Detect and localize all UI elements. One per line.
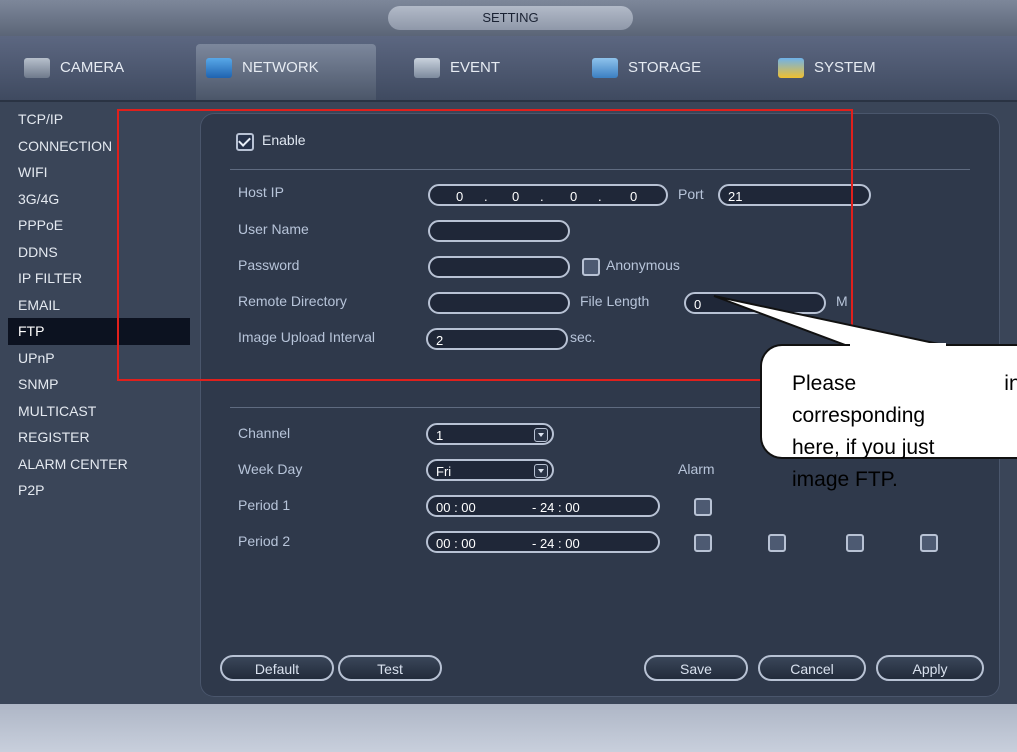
callout-line-1a: Please <box>792 372 857 395</box>
annotation-callout: Please inpu corresponding here, if you j… <box>760 344 1017 491</box>
callout-join <box>850 343 946 347</box>
callout-pointer-shape <box>713 295 949 347</box>
callout-line-1b: inpu <box>1004 372 1017 395</box>
callout-line-3: here, if you just <box>792 436 935 459</box>
callout-line-2: corresponding <box>792 404 926 427</box>
callout-line-4: image FTP. <box>792 468 898 491</box>
